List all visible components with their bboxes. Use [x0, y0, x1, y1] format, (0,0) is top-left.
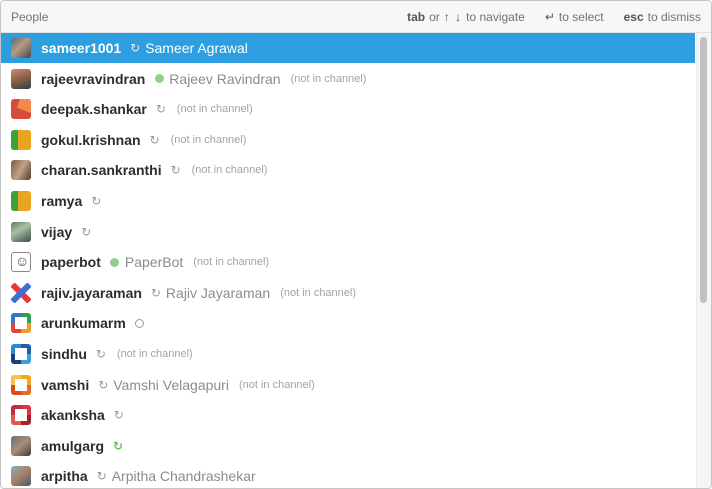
avatar	[11, 252, 31, 273]
real-name: Sameer Agrawal	[145, 40, 248, 56]
real-name: PaperBot	[124, 254, 184, 271]
person-row[interactable]: arpitha ↻ Arpitha Chandrashekar	[1, 461, 695, 488]
timezone-clock-icon: ↻	[130, 41, 141, 55]
tab-key: tab	[407, 9, 426, 24]
avatar	[11, 38, 31, 58]
dismiss-text: to dismiss	[647, 9, 701, 24]
real-name: Vamshi Velagapuri	[113, 376, 229, 393]
esc-key: esc	[623, 9, 644, 24]
timezone-clock-icon: ↻	[81, 224, 92, 239]
presence-away-icon	[134, 317, 146, 329]
not-in-channel-note: (not in channel)	[116, 348, 193, 360]
username: rajeevravindran	[41, 70, 146, 87]
username: amulgarg	[41, 437, 105, 454]
person-row[interactable]: sameer1001 ↻ Sameer Agrawal	[1, 33, 695, 63]
navigate-hint: tab or ↑ ↓ to navigate	[407, 10, 525, 24]
username: vamshi	[41, 376, 90, 393]
person-row[interactable]: akanksha ↻	[1, 400, 695, 430]
person-row[interactable]: charan.sankranthi ↻ (not in channel)	[1, 155, 695, 185]
person-row[interactable]: gokul.krishnan ↻ (not in channel)	[1, 125, 695, 155]
username: charan.sankranthi	[41, 162, 162, 179]
person-row[interactable]: paperbot PaperBot (not in channel)	[1, 247, 695, 277]
avatar	[11, 160, 31, 181]
real-name: Arpitha Chandrashekar	[111, 468, 256, 485]
username: sameer1001	[41, 40, 122, 56]
not-in-channel-note: (not in channel)	[176, 103, 253, 116]
avatar	[11, 99, 31, 120]
avatar	[11, 374, 31, 395]
timezone-clock-icon: ↻	[150, 285, 161, 300]
hint-or: or	[429, 9, 440, 24]
person-row[interactable]: sindhu ↻ (not in channel)	[1, 339, 695, 369]
avatar	[11, 435, 31, 456]
username: vijay	[41, 223, 73, 240]
person-row[interactable]: rajiv.jayaraman ↻ Rajiv Jayaraman (not in c…	[1, 278, 695, 308]
username: deepak.shankar	[41, 101, 147, 118]
person-row[interactable]: deepak.shankar ↻ (not in channel)	[1, 94, 695, 124]
username: sindhu	[41, 346, 87, 362]
username: ramya	[41, 193, 83, 209]
username: arunkumarm	[41, 315, 126, 332]
username: paperbot	[41, 254, 101, 271]
not-in-channel-note: (not in channel)	[191, 164, 268, 177]
dismiss-hint: esc to dismiss	[624, 10, 701, 24]
timezone-clock-icon: ↻	[113, 408, 124, 423]
timezone-clock-icon: ↻	[98, 377, 109, 392]
autocomplete-header: People tab or ↑ ↓ to navigate ↵ to selec…	[1, 1, 711, 33]
avatar	[11, 466, 31, 487]
avatar	[11, 191, 31, 211]
timezone-clock-icon: ↻	[96, 469, 107, 484]
username: rajiv.jayaraman	[41, 284, 142, 301]
people-autocomplete-panel: People tab or ↑ ↓ to navigate ↵ to selec…	[0, 0, 712, 489]
person-row[interactable]: rajeevravindran Rajeev Ravindran (not in c…	[1, 64, 695, 94]
username: akanksha	[41, 407, 105, 424]
timezone-clock-icon: ↻	[149, 132, 160, 147]
username: gokul.krishnan	[41, 131, 141, 148]
timezone-clock-icon: ↻	[112, 438, 124, 453]
enter-key-icon: ↵	[544, 9, 555, 24]
avatar	[11, 344, 31, 364]
presence-active-icon	[153, 73, 165, 85]
scrollbar-thumb[interactable]	[700, 37, 707, 303]
scrollbar-track[interactable]	[696, 33, 711, 488]
person-row[interactable]: ramya ↻	[1, 186, 695, 216]
avatar	[11, 129, 31, 150]
navigate-text: to navigate	[466, 9, 525, 24]
avatar	[11, 282, 31, 303]
not-in-channel-note: (not in channel)	[193, 256, 270, 269]
real-name: Rajeev Ravindran	[169, 70, 281, 87]
real-name: Rajiv Jayaraman	[165, 284, 271, 301]
not-in-channel-note: (not in channel)	[238, 378, 315, 391]
person-row[interactable]: vijay ↻	[1, 217, 695, 247]
select-text: to select	[558, 9, 604, 24]
username: arpitha	[41, 468, 88, 485]
panel-title: People	[11, 9, 49, 24]
avatar	[11, 405, 31, 426]
not-in-channel-note: (not in channel)	[280, 286, 357, 299]
avatar	[11, 68, 31, 89]
avatar	[11, 221, 31, 242]
presence-active-icon	[109, 256, 121, 268]
person-row[interactable]: arunkumarm	[1, 308, 695, 338]
timezone-clock-icon: ↻	[170, 163, 181, 178]
person-row[interactable]: amulgarg ↻	[1, 431, 695, 461]
select-hint: ↵ to select	[545, 10, 604, 24]
not-in-channel-note: (not in channel)	[170, 133, 247, 146]
arrow-keys-icon: ↑ ↓	[443, 9, 463, 24]
person-row[interactable]: vamshi ↻ Vamshi Velagapuri (not in channel)	[1, 370, 695, 400]
not-in-channel-note: (not in channel)	[290, 72, 367, 85]
timezone-clock-icon: ↻	[95, 347, 106, 361]
avatar	[11, 313, 31, 334]
people-list: sameer1001 ↻ Sameer Agrawal rajeevravindran…	[1, 33, 695, 488]
timezone-clock-icon: ↻	[155, 102, 166, 117]
timezone-clock-icon: ↻	[91, 194, 102, 208]
